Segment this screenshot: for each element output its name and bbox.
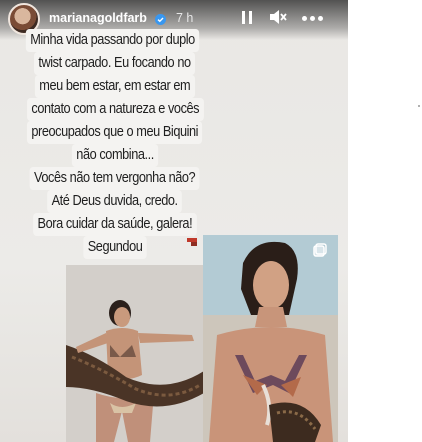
caption-line: Segundou [83,236,147,259]
right-photo [203,235,338,442]
caption-line: Até Deus duvida, credo. [47,190,183,213]
caption-line: Bora cuidar da saúde, galera! [33,213,197,236]
caption-line: Vocês não tem vergonha não? [29,167,201,190]
verified-badge-icon [155,12,166,25]
background-dot [418,105,420,107]
caption-line: preocupados que o meu Biquini [27,121,203,144]
story-viewer[interactable]: marianagoldfarb 7 h Minha vida passando … [0,0,348,442]
caption-line: contato com a natureza e vocês [26,98,204,121]
more-options-icon[interactable] [302,16,324,22]
caption-line: Minha vida passando por duplo [25,29,200,52]
multiple-photos-icon [313,243,327,257]
mute-icon[interactable] [268,9,288,25]
caption-line: twist carpado. Eu focando no [34,52,196,75]
pause-icon[interactable] [240,9,254,25]
username[interactable]: marianagoldfarb [49,11,147,25]
post-time: 7 h [176,11,194,25]
story-caption: Minha vida passando por duplo twist carp… [0,29,230,259]
caption-line: meu bem estar, em estar em [35,75,195,98]
left-photo [66,265,204,442]
caption-line: não combina... [71,144,159,167]
